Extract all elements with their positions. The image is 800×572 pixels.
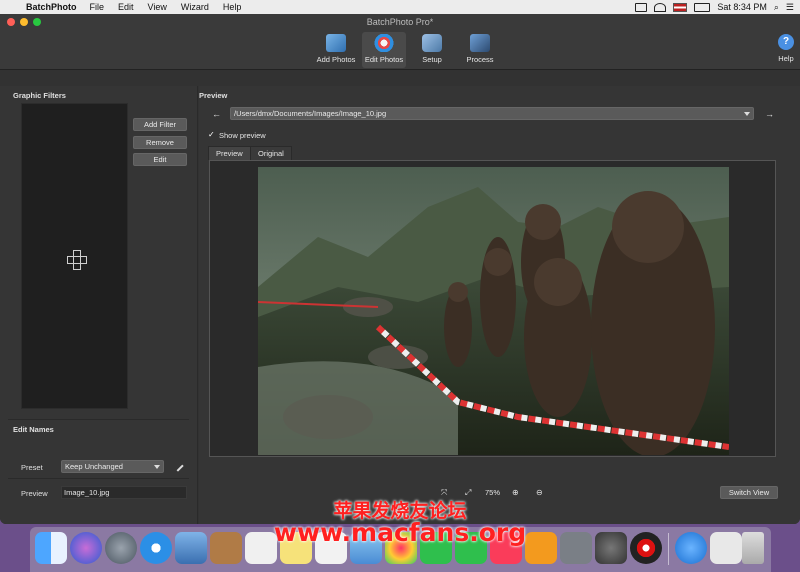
edit-photos-icon bbox=[374, 34, 394, 52]
row-divider bbox=[8, 478, 189, 479]
close-window-icon[interactable] bbox=[7, 18, 15, 26]
next-arrow-icon[interactable]: → bbox=[765, 109, 774, 119]
image-preview-area bbox=[209, 160, 776, 457]
app-window: BatchPhoto Pro* Add Photos Edit Photos S… bbox=[0, 14, 800, 524]
image-path-select[interactable]: /Users/dmx/Documents/Images/Image_10.jpg bbox=[230, 107, 754, 120]
chevron-down-icon bbox=[154, 465, 160, 469]
add-filter-button[interactable]: Add Filter bbox=[133, 118, 187, 131]
menu-wizard[interactable]: Wizard bbox=[174, 2, 216, 12]
battery-icon[interactable] bbox=[694, 2, 711, 12]
show-preview-checkbox[interactable]: ✓ bbox=[208, 131, 216, 139]
add-photos-label: Add Photos bbox=[316, 55, 356, 64]
minimize-window-icon[interactable] bbox=[20, 18, 28, 26]
preset-select[interactable]: Keep Unchanged bbox=[61, 460, 164, 473]
window-controls bbox=[0, 18, 41, 26]
pencil-icon[interactable] bbox=[172, 460, 184, 472]
setup-icon bbox=[422, 34, 442, 52]
zoom-window-icon[interactable] bbox=[33, 18, 41, 26]
input-source-flag-icon[interactable] bbox=[673, 2, 688, 12]
menu-app-name[interactable]: BatchPhoto bbox=[22, 2, 83, 12]
add-photos-button[interactable]: Add Photos bbox=[314, 32, 358, 68]
display-icon[interactable] bbox=[635, 2, 648, 12]
process-button[interactable]: Process bbox=[458, 32, 502, 68]
notification-center-icon[interactable]: ☰ bbox=[786, 2, 794, 13]
help-button[interactable]: ? Help bbox=[778, 34, 794, 63]
setup-label: Setup bbox=[422, 55, 442, 64]
window-title: BatchPhoto Pro* bbox=[366, 17, 434, 27]
menu-help[interactable]: Help bbox=[216, 2, 249, 12]
tab-original[interactable]: Original bbox=[250, 146, 292, 160]
previous-arrow-icon[interactable]: ← bbox=[212, 109, 221, 119]
edit-filter-button[interactable]: Edit bbox=[133, 153, 187, 166]
section-divider bbox=[8, 419, 189, 420]
watermark-line-2: www.macfans.org bbox=[273, 518, 527, 547]
setup-button[interactable]: Setup bbox=[410, 32, 454, 68]
toolbar: Add Photos Edit Photos Setup Process ? H… bbox=[0, 30, 800, 70]
toolbar-steps: Add Photos Edit Photos Setup Process bbox=[314, 32, 502, 68]
menubar-clock[interactable]: Sat 8:34 PM bbox=[717, 2, 767, 12]
preset-value: Keep Unchanged bbox=[65, 462, 123, 471]
preview-panel: Preview ← /Users/dmx/Documents/Images/Im… bbox=[199, 86, 800, 524]
left-panel: Graphic Filters Add Filter Remove Edit E… bbox=[0, 86, 198, 524]
show-preview-label: Show preview bbox=[219, 131, 266, 140]
chevron-down-icon bbox=[744, 112, 750, 116]
status-area: Sat 8:34 PM ⌕ ☰ bbox=[635, 2, 800, 13]
help-label: Help bbox=[778, 54, 794, 63]
process-label: Process bbox=[466, 55, 494, 64]
preview-photo bbox=[258, 167, 729, 455]
wifi-icon[interactable] bbox=[654, 2, 667, 12]
preview-title: Preview bbox=[199, 91, 228, 100]
process-icon bbox=[470, 34, 490, 52]
menu-view[interactable]: View bbox=[141, 2, 174, 12]
filter-list[interactable] bbox=[21, 103, 128, 409]
edit-photos-label: Edit Photos bbox=[364, 55, 404, 64]
menu-file[interactable]: File bbox=[83, 2, 112, 12]
menu-bar: BatchPhoto File Edit View Wizard Help Sa… bbox=[0, 0, 800, 14]
menu-edit[interactable]: Edit bbox=[111, 2, 141, 12]
edit-names-title: Edit Names bbox=[13, 425, 54, 434]
graphic-filters-title: Graphic Filters bbox=[13, 91, 66, 100]
image-path-value: /Users/dmx/Documents/Images/Image_10.jpg bbox=[234, 109, 387, 118]
edit-photos-button[interactable]: Edit Photos bbox=[362, 32, 406, 68]
tab-preview[interactable]: Preview bbox=[208, 146, 251, 160]
bears-photo-image bbox=[258, 167, 729, 455]
preset-label: Preset bbox=[21, 463, 43, 472]
add-filter-plus-icon[interactable] bbox=[67, 250, 87, 270]
spotlight-icon[interactable]: ⌕ bbox=[774, 2, 779, 13]
help-icon: ? bbox=[778, 34, 794, 50]
title-bar: BatchPhoto Pro* bbox=[0, 14, 800, 30]
remove-filter-button[interactable]: Remove bbox=[133, 136, 187, 149]
add-photos-icon bbox=[326, 34, 346, 52]
